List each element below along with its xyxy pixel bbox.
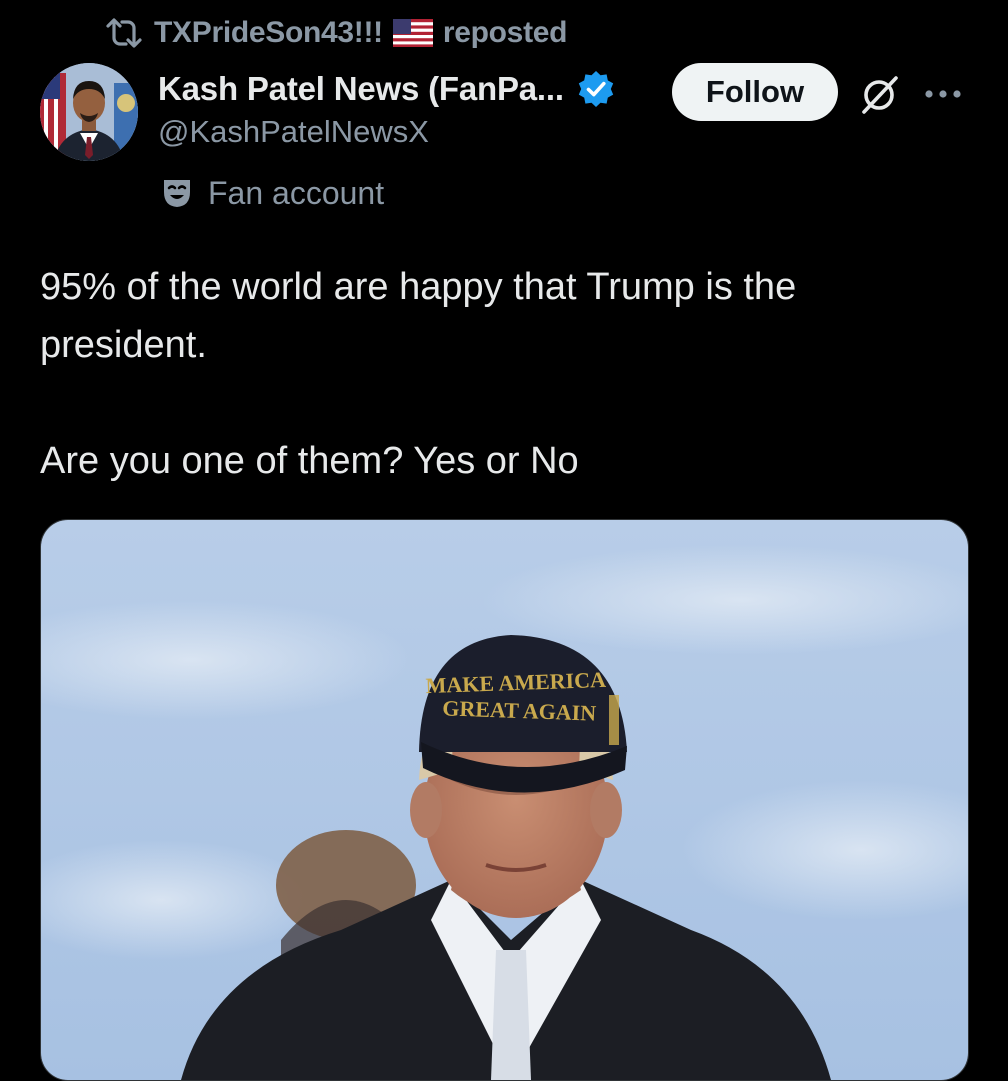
grok-icon[interactable]: [858, 72, 902, 116]
author-name-row[interactable]: Kash Patel News (FanPa...: [158, 66, 616, 112]
follow-button[interactable]: Follow: [672, 63, 838, 121]
tweet-text: 95% of the world are happy that Trump is…: [40, 258, 960, 490]
tweet-text-line: Are you one of them? Yes or No: [40, 440, 579, 482]
us-flag-icon: [392, 19, 433, 47]
account-label[interactable]: Fan account: [160, 172, 384, 214]
media-photo: MAKE AMERICA GREAT AGAIN: [41, 520, 968, 1080]
avatar-image: [40, 63, 138, 161]
repost-indicator[interactable]: TXPrideSon43!!! reposted: [104, 14, 567, 52]
author-handle[interactable]: @KashPatelNewsX: [158, 114, 429, 150]
more-icon[interactable]: [922, 82, 964, 106]
tweet-text-line: 95% of the world are happy that Trump is…: [40, 266, 797, 366]
tweet-media-image[interactable]: MAKE AMERICA GREAT AGAIN: [40, 519, 969, 1081]
author-display-name[interactable]: Kash Patel News (FanPa...: [158, 70, 564, 108]
verified-badge-icon: [578, 71, 614, 107]
avatar[interactable]: [40, 63, 138, 161]
repost-label: reposted: [442, 16, 568, 49]
repost-icon: [106, 18, 142, 48]
mask-icon: [164, 180, 190, 207]
repost-username[interactable]: TXPrideSon43!!!: [154, 16, 383, 50]
account-label-text: Fan account: [208, 174, 385, 211]
